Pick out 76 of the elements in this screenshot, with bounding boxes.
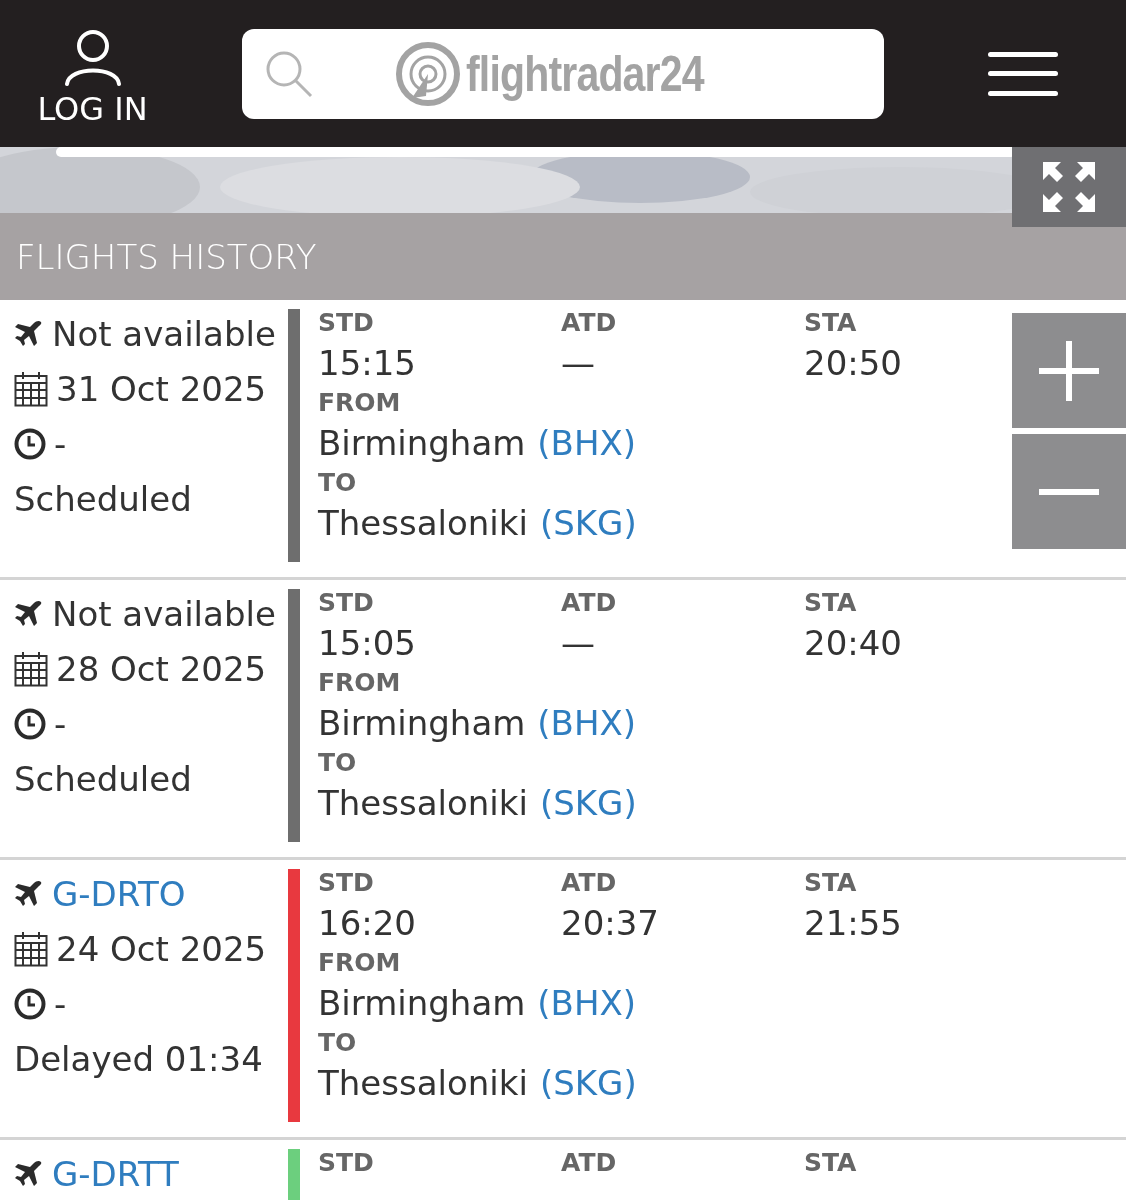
sta-label: STA — [804, 308, 858, 338]
airport-code-link[interactable]: (BHX) — [537, 978, 637, 1028]
login-button[interactable]: LOG IN — [30, 27, 155, 128]
fullscreen-button[interactable] — [1012, 147, 1126, 227]
flight-status: Scheduled — [14, 478, 192, 519]
to-label: TO — [318, 468, 358, 498]
calendar-icon — [14, 650, 48, 687]
airplane-icon — [14, 598, 44, 629]
user-icon — [62, 27, 123, 86]
sta-label: STA — [804, 588, 858, 618]
calendar-icon — [14, 930, 48, 967]
expand-icon — [1041, 160, 1097, 214]
airport-code-link[interactable]: (BHX) — [537, 418, 637, 468]
search-field[interactable]: flightradar24 — [242, 28, 884, 119]
atd-label: ATD — [561, 588, 618, 618]
calendar-icon — [14, 370, 48, 407]
to-label: TO — [318, 748, 358, 778]
sta-label: STA — [804, 868, 858, 898]
origin-city: Birmingham — [318, 982, 526, 1025]
airplane-icon — [14, 1158, 44, 1189]
section-title: FLIGHTS HISTORY — [16, 236, 317, 277]
from-label: FROM — [318, 948, 402, 978]
atd-time: — — [561, 622, 596, 665]
from-label: FROM — [318, 388, 402, 418]
origin-city: Birmingham — [318, 422, 526, 465]
aircraft-registration-link[interactable]: G-DRTO — [52, 873, 186, 914]
from-label: FROM — [318, 668, 402, 698]
sta-time: 20:40 — [804, 622, 903, 665]
clock-icon — [14, 987, 46, 1020]
origin-city: Birmingham — [318, 702, 526, 745]
atd-label: ATD — [561, 308, 618, 338]
atd-time: — — [561, 342, 596, 385]
std-label: STD — [318, 1148, 375, 1178]
flight-date: 28 Oct 2025 — [56, 648, 267, 689]
airport-code-link[interactable]: (SKG) — [539, 1058, 637, 1108]
destination-city: Thessaloniki — [318, 1062, 528, 1105]
atd-label: ATD — [561, 868, 618, 898]
aircraft-registration: Not available — [52, 593, 276, 634]
sta-time: 21:55 — [804, 902, 903, 945]
destination-city: Thessaloniki — [318, 502, 528, 545]
minus-icon — [1039, 488, 1099, 495]
destination-city: Thessaloniki — [318, 782, 528, 825]
airport-code-link[interactable]: (SKG) — [539, 498, 637, 548]
atd-time: 20:37 — [561, 902, 660, 945]
to-label: TO — [318, 1028, 358, 1058]
std-time: 16:20 — [318, 902, 417, 945]
airplane-icon — [14, 318, 44, 349]
airplane-icon — [14, 878, 44, 909]
menu-icon — [988, 49, 1058, 98]
flight-time: - — [54, 423, 67, 464]
flight-time: - — [54, 983, 67, 1024]
aircraft-registration: Not available — [52, 313, 276, 354]
logo-text: flightradar24 — [466, 44, 704, 103]
menu-button[interactable] — [988, 49, 1058, 98]
plus-icon — [1039, 340, 1099, 401]
airport-code-link[interactable]: (SKG) — [539, 778, 637, 828]
std-label: STD — [318, 868, 375, 898]
zoom-in-button[interactable] — [1012, 313, 1126, 428]
std-label: STD — [318, 588, 375, 618]
airport-code-link[interactable]: (BHX) — [537, 698, 637, 748]
flight-time: - — [54, 703, 67, 744]
flight-date: 24 Oct 2025 — [56, 928, 267, 969]
flight-status: Delayed 01:34 — [14, 1038, 263, 1079]
clock-icon — [14, 427, 46, 460]
atd-label: ATD — [561, 1148, 618, 1178]
std-label: STD — [318, 308, 375, 338]
clock-icon — [14, 707, 46, 740]
flight-date: 31 Oct 2025 — [56, 368, 267, 409]
std-time: 15:05 — [318, 622, 417, 665]
zoom-out-button[interactable] — [1012, 434, 1126, 549]
radar-logo-icon — [396, 41, 460, 106]
flight-status: Scheduled — [14, 758, 192, 799]
std-time: 15:15 — [318, 342, 417, 385]
aircraft-registration-link[interactable]: G-DRTT — [52, 1153, 179, 1194]
sta-label: STA — [804, 1148, 858, 1178]
sta-time: 20:50 — [804, 342, 903, 385]
